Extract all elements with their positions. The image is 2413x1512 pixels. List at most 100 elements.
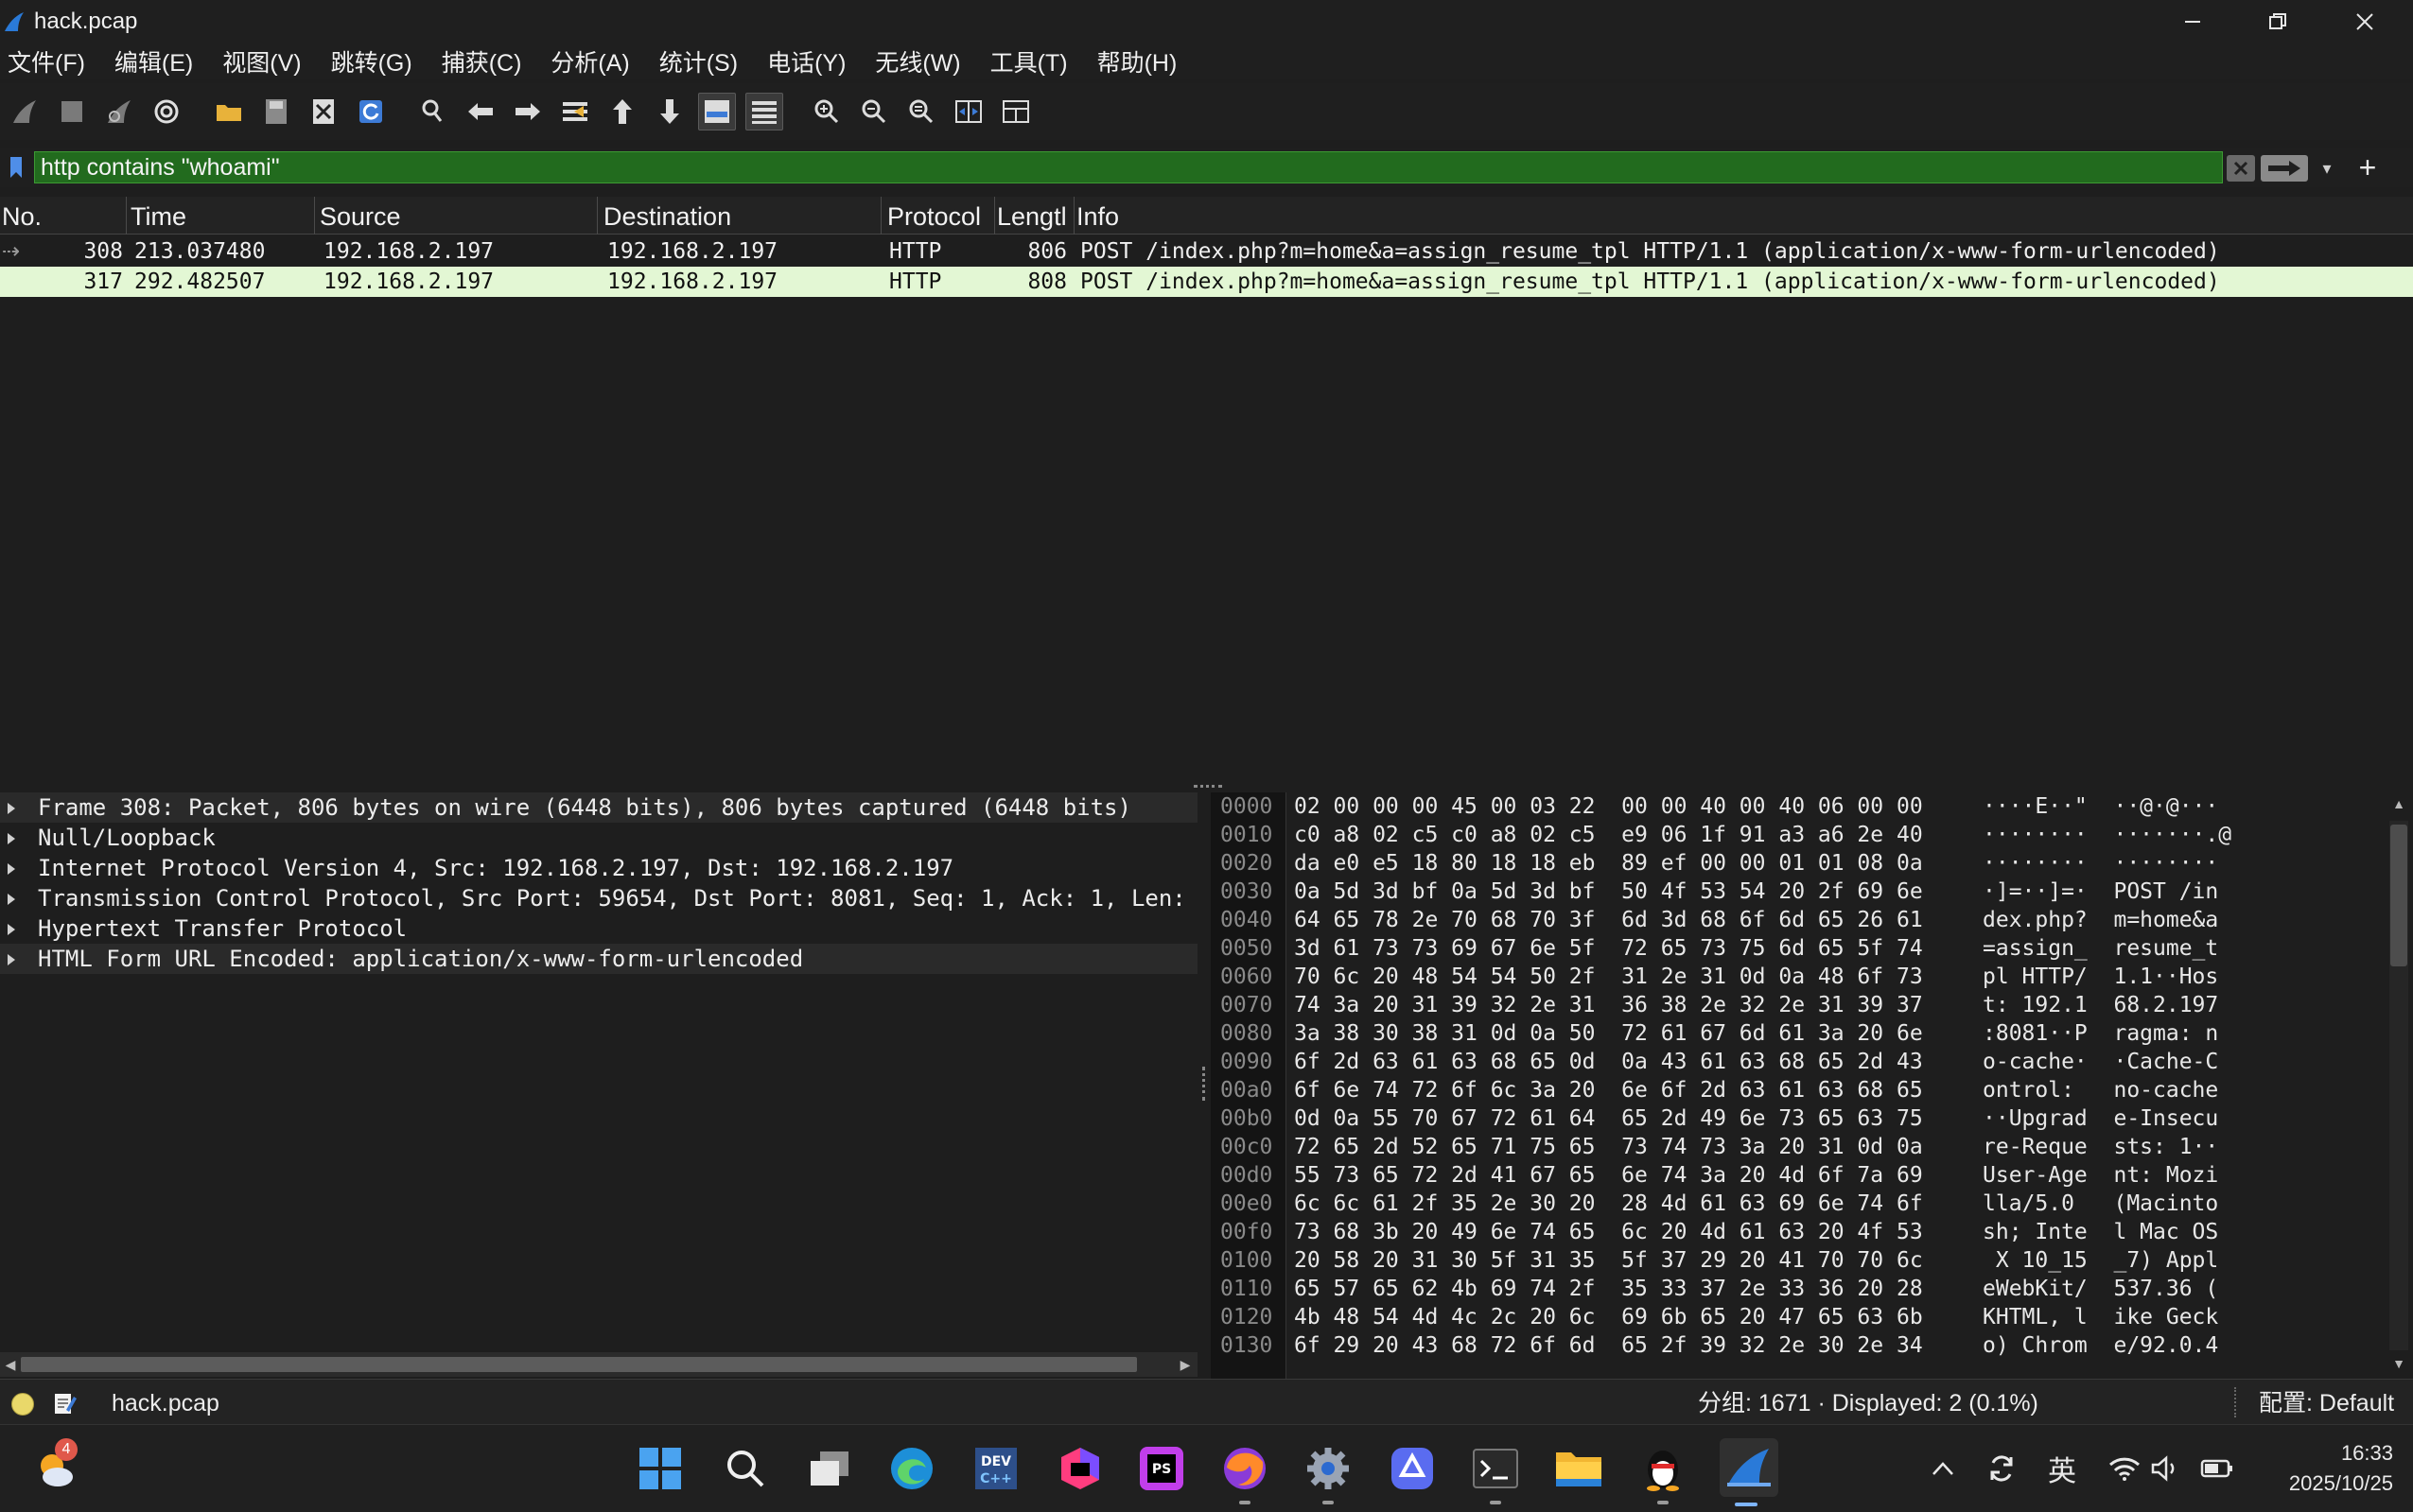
start-windows-icon[interactable] (634, 1442, 687, 1495)
capture-options-gear-icon[interactable] (148, 93, 185, 130)
hex-ascii[interactable]: o) Chrom e/92.0.4 (1983, 1331, 2218, 1360)
scroll-up-icon[interactable]: ▲ (2389, 794, 2408, 813)
hex-bytes[interactable]: 0d 0a 55 70 67 72 61 64 65 2d 49 6e 73 6… (1294, 1104, 1923, 1133)
expand-triangle-icon[interactable] (8, 894, 15, 905)
column-length[interactable]: Lengtl (995, 197, 1075, 235)
go-forward-arrow-icon[interactable] (509, 93, 547, 130)
hex-ascii[interactable]: User-Age nt: Mozi (1983, 1161, 2218, 1190)
expand-triangle-icon[interactable] (8, 924, 15, 935)
last-packet-down-arrow-icon[interactable] (651, 93, 689, 130)
apply-filter-arrow-icon[interactable] (2261, 155, 2308, 182)
hex-ascii[interactable]: ········ ·······.@ (1983, 821, 2231, 849)
shark-fin-start-icon[interactable] (6, 93, 44, 130)
hex-ascii[interactable]: ontrol: no-cache (1983, 1076, 2218, 1104)
hex-bytes[interactable]: 6f 6e 74 72 6f 6c 3a 20 6e 6f 2d 63 61 6… (1294, 1076, 1923, 1104)
hex-ascii[interactable]: sh; Inte l Mac OS (1983, 1218, 2218, 1246)
tree-item-ipv4[interactable]: Internet Protocol Version 4, Src: 192.16… (0, 853, 1198, 883)
hex-ascii[interactable]: =assign_ resume_t (1983, 934, 2218, 963)
hex-ascii[interactable]: pl HTTP/ 1.1··Hos (1983, 963, 2218, 991)
find-magnifier-icon[interactable] (414, 93, 452, 130)
hex-ascii[interactable]: ·]=··]=· POST /in (1983, 878, 2218, 906)
terminal-icon[interactable] (1469, 1442, 1522, 1504)
column-destination[interactable]: Destination (602, 197, 882, 235)
sync-icon[interactable] (1983, 1448, 2020, 1489)
menu-edit[interactable]: 编辑(E) (114, 44, 193, 78)
copilot-icon[interactable] (1386, 1442, 1439, 1495)
file-explorer-icon[interactable] (1552, 1442, 1605, 1495)
hex-ascii[interactable]: o-cache· ·Cache-C (1983, 1048, 2218, 1076)
filter-bookmark-icon[interactable] (6, 153, 26, 182)
go-back-arrow-icon[interactable] (462, 93, 499, 130)
pane-splitter-vertical[interactable] (1198, 792, 1211, 1379)
edge-browser-icon[interactable] (885, 1442, 938, 1495)
tree-item-form-urlencoded[interactable]: HTML Form URL Encoded: application/x-www… (0, 944, 1198, 974)
add-filter-button-plus-icon[interactable]: + (2353, 150, 2382, 184)
clear-filter-icon[interactable] (2227, 155, 2255, 182)
phpstorm-icon[interactable]: PS (1135, 1442, 1188, 1495)
hex-ascii[interactable]: eWebKit/ 537.36 ( (1983, 1275, 2218, 1303)
hex-bytes[interactable]: 6f 2d 63 61 63 68 65 0d 0a 43 61 63 68 6… (1294, 1048, 1923, 1076)
hex-bytes[interactable]: 64 65 78 2e 70 68 70 3f 6d 3d 68 6f 6d 6… (1294, 906, 1923, 934)
hex-ascii[interactable]: t: 192.1 68.2.197 (1983, 991, 2218, 1019)
hex-bytes[interactable]: 4b 48 54 4d 4c 2c 20 6c 69 6b 65 20 47 6… (1294, 1303, 1923, 1331)
details-horizontal-scrollbar[interactable]: ◀ ▶ (0, 1352, 1198, 1377)
hex-bytes[interactable]: 02 00 00 00 45 00 03 22 00 00 40 00 40 0… (1294, 792, 1923, 821)
tree-item-frame[interactable]: Frame 308: Packet, 806 bytes on wire (64… (0, 792, 1198, 823)
hex-bytes[interactable]: 0a 5d 3d bf 0a 5d 3d bf 50 4f 53 54 20 2… (1294, 878, 1923, 906)
status-profile[interactable]: 配置: Default (2259, 1380, 2394, 1427)
menu-view[interactable]: 视图(V) (222, 44, 301, 78)
hex-bytes[interactable]: 55 73 65 72 2d 41 67 65 6e 74 3a 20 4d 6… (1294, 1161, 1923, 1190)
taskbar-clock[interactable]: 16:33 2025/10/25 (2251, 1438, 2393, 1499)
expand-triangle-icon[interactable] (8, 833, 15, 844)
scroll-left-icon[interactable]: ◀ (2, 1356, 19, 1373)
restore-button[interactable] (2235, 0, 2320, 43)
menu-telephony[interactable]: 电话(Y) (767, 44, 846, 78)
hex-bytes[interactable]: da e0 e5 18 80 18 18 eb 89 ef 00 00 01 0… (1294, 849, 1923, 878)
expand-triangle-icon[interactable] (8, 803, 15, 814)
hex-bytes[interactable]: 20 58 20 31 30 5f 31 35 5f 37 29 20 41 7… (1294, 1246, 1923, 1275)
expand-triangle-icon[interactable] (8, 954, 15, 965)
menu-go[interactable]: 跳转(G) (331, 44, 412, 78)
menu-wireless[interactable]: 无线(W) (875, 44, 960, 78)
menu-statistics[interactable]: 统计(S) (659, 44, 738, 78)
filter-history-chevron-down-icon[interactable]: ▾ (2316, 155, 2338, 182)
hex-ascii[interactable]: ····E··" ··@·@··· (1983, 792, 2218, 821)
weather-widget-icon[interactable]: 4 (28, 1438, 81, 1495)
column-protocol[interactable]: Protocol (885, 197, 995, 235)
hex-ascii[interactable]: re-Reque sts: 1·· (1983, 1133, 2218, 1161)
hex-bytes[interactable]: 72 65 2d 52 65 71 75 65 73 74 73 3a 20 3… (1294, 1133, 1923, 1161)
hex-dump-body[interactable]: 02 00 00 00 45 00 03 22 00 00 40 00 40 0… (1294, 792, 2353, 1379)
zoom-in-icon[interactable] (808, 93, 846, 130)
menu-file[interactable]: 文件(F) (8, 44, 85, 78)
save-file-icon[interactable] (257, 93, 295, 130)
hex-ascii[interactable]: ········ ········ (1983, 849, 2218, 878)
task-view-icon[interactable] (804, 1442, 857, 1495)
column-info[interactable]: Info (1075, 197, 2413, 235)
menu-capture[interactable]: 捕获(C) (442, 44, 522, 78)
zoom-normal-icon[interactable] (902, 93, 940, 130)
hex-bytes[interactable]: 74 3a 20 31 39 32 2e 31 36 38 2e 32 2e 3… (1294, 991, 1923, 1019)
display-filter-input[interactable]: http contains "whoami" (34, 151, 2223, 183)
capture-comment-edit-icon[interactable] (53, 1391, 78, 1416)
layout-icon[interactable] (997, 93, 1035, 130)
wifi-icon[interactable] (2106, 1448, 2143, 1489)
hex-ascii[interactable]: ··Upgrad e-Insecu (1983, 1104, 2218, 1133)
volume-icon[interactable] (2147, 1448, 2185, 1489)
column-time[interactable]: Time (129, 197, 315, 235)
go-to-packet-icon[interactable] (556, 93, 594, 130)
open-folder-icon[interactable] (210, 93, 248, 130)
battery-icon[interactable] (2196, 1448, 2238, 1489)
reload-icon[interactable] (352, 93, 390, 130)
expert-info-indicator-icon[interactable] (11, 1393, 34, 1416)
tree-item-http[interactable]: Hypertext Transfer Protocol (0, 913, 1198, 944)
zoom-out-icon[interactable] (855, 93, 893, 130)
hex-bytes[interactable]: 6f 29 20 43 68 72 6f 6d 65 2f 39 32 2e 3… (1294, 1331, 1923, 1360)
devcpp-icon[interactable]: DEV C++ (970, 1442, 1023, 1495)
pane-splitter-horizontal[interactable] (0, 781, 2413, 792)
hex-ascii[interactable]: lla/5.0 (Macinto (1983, 1190, 2218, 1218)
stop-square-icon[interactable] (53, 93, 91, 130)
hex-bytes[interactable]: 6c 6c 61 2f 35 2e 30 20 28 4d 61 63 69 6… (1294, 1190, 1923, 1218)
minimize-button[interactable] (2150, 0, 2235, 43)
scrollbar-thumb[interactable] (21, 1357, 1137, 1372)
packet-row[interactable]: ⇢ 308 213.037480 192.168.2.197 192.168.2… (0, 236, 2413, 267)
